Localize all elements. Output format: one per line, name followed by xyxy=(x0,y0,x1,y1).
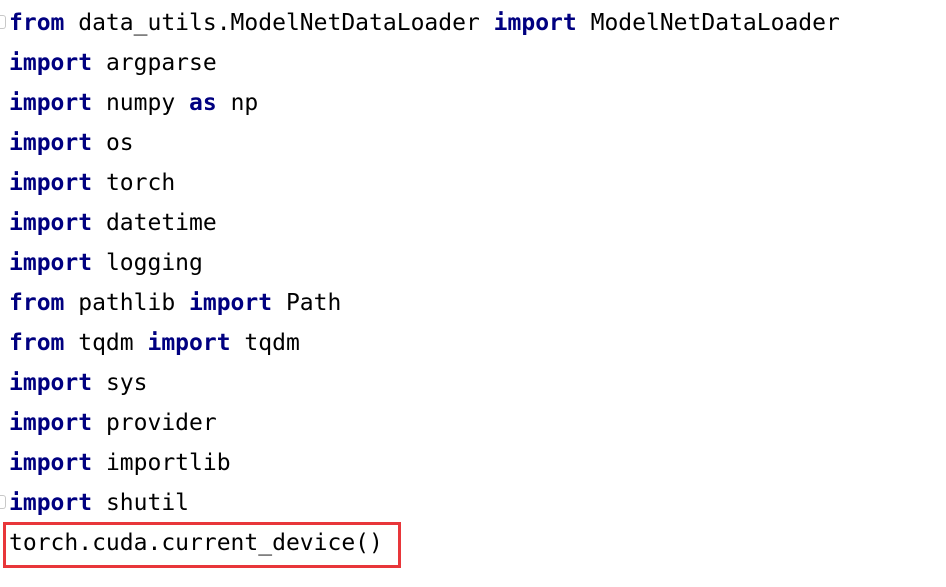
code-line[interactable]: from data_utils.ModelNetDataLoader impor… xyxy=(9,3,840,43)
fold-start-icon[interactable] xyxy=(0,15,6,29)
keyword-token: import xyxy=(9,50,93,76)
fold-end-icon[interactable] xyxy=(0,495,6,509)
keyword-token: from xyxy=(9,290,65,316)
keyword-token: import xyxy=(9,370,93,396)
code-line[interactable]: import os xyxy=(9,123,134,163)
code-line[interactable]: from tqdm import tqdm xyxy=(9,323,300,363)
code-token: shutil xyxy=(92,490,190,516)
highlight-box xyxy=(3,522,401,568)
code-line[interactable]: import numpy as np xyxy=(9,83,258,123)
keyword-token: import xyxy=(9,90,93,116)
code-line[interactable]: import logging xyxy=(9,243,203,283)
code-token: provider xyxy=(92,410,217,436)
keyword-token: import xyxy=(9,450,93,476)
code-token: ModelNetDataLoader xyxy=(576,10,840,36)
code-line[interactable]: import sys xyxy=(9,363,147,403)
code-token: importlib xyxy=(92,450,231,476)
keyword-token: import xyxy=(189,290,273,316)
code-line[interactable]: import provider xyxy=(9,403,217,443)
code-line[interactable]: from pathlib import Path xyxy=(9,283,341,323)
code-token: pathlib xyxy=(64,290,190,316)
code-line[interactable]: import importlib xyxy=(9,443,231,483)
code-line[interactable]: import datetime xyxy=(9,203,217,243)
code-line[interactable]: import shutil xyxy=(9,483,189,523)
code-token: Path xyxy=(272,290,342,316)
code-line[interactable]: import argparse xyxy=(9,43,217,83)
keyword-token: import xyxy=(147,330,231,356)
keyword-token: as xyxy=(189,90,217,116)
keyword-token: import xyxy=(9,130,93,156)
keyword-token: import xyxy=(9,410,93,436)
code-token: torch xyxy=(92,170,176,196)
keyword-token: import xyxy=(493,10,577,36)
keyword-token: from xyxy=(9,10,65,36)
code-line[interactable]: import torch xyxy=(9,163,175,203)
code-token: datetime xyxy=(92,210,217,236)
keyword-token: from xyxy=(9,330,65,356)
keyword-token: import xyxy=(9,250,93,276)
keyword-token: import xyxy=(9,210,93,236)
code-token: os xyxy=(92,130,134,156)
code-token: logging xyxy=(92,250,203,276)
code-token: tqdm xyxy=(64,330,148,356)
code-token: sys xyxy=(92,370,148,396)
code-token: np xyxy=(216,90,259,116)
code-token: data_utils.ModelNetDataLoader xyxy=(64,10,494,36)
code-token: argparse xyxy=(92,50,217,76)
code-token: numpy xyxy=(92,90,190,116)
keyword-token: import xyxy=(9,490,93,516)
code-editor[interactable]: from data_utils.ModelNetDataLoader impor… xyxy=(0,0,946,587)
code-token: tqdm xyxy=(230,330,300,356)
keyword-token: import xyxy=(9,170,93,196)
